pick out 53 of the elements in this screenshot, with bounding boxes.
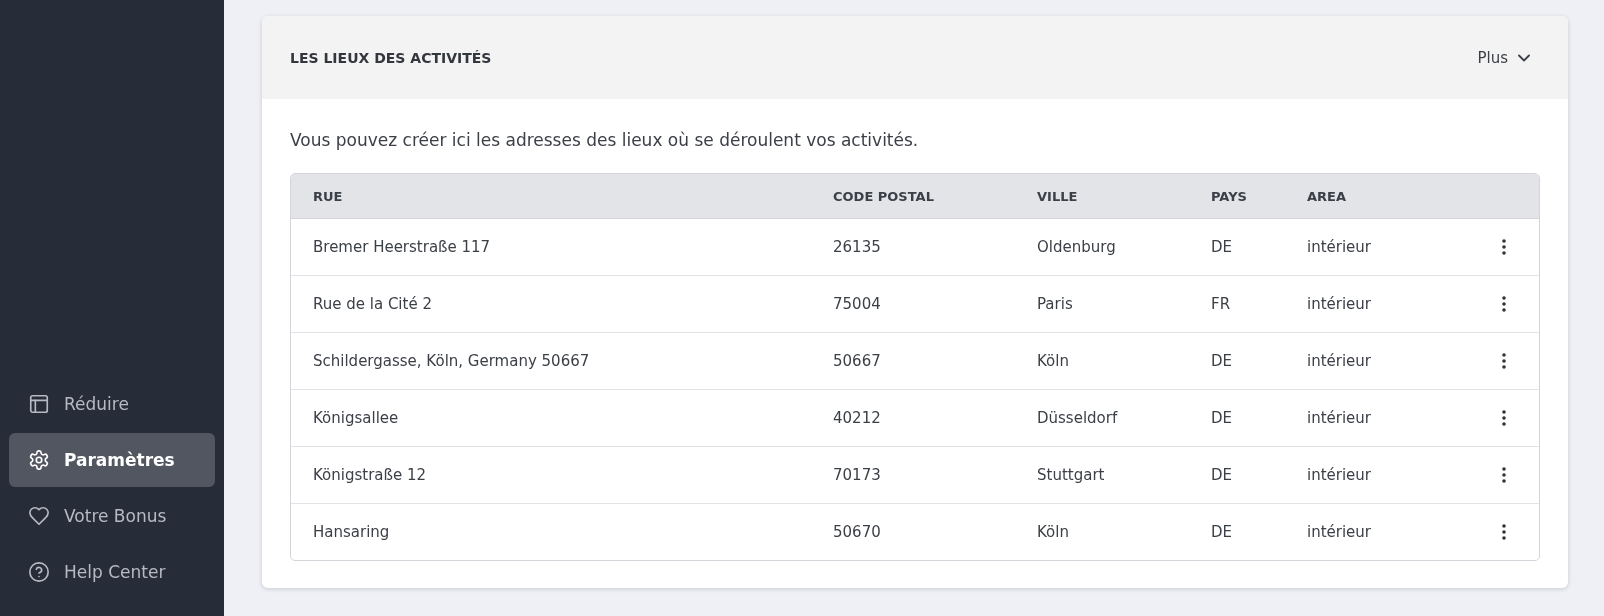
chevron-down-icon — [1518, 53, 1530, 62]
kebab-menu-icon — [1502, 239, 1506, 255]
table-cell-text: 70173 — [833, 466, 882, 484]
table-cell-text: intérieur — [1307, 238, 1373, 256]
kebab-menu-icon — [1502, 524, 1506, 540]
table-cell-text: intérieur — [1307, 352, 1373, 370]
column-header: RUE — [313, 188, 344, 204]
table-cell-text: 75004 — [833, 295, 882, 313]
table-cell-text: intérieur — [1307, 295, 1373, 313]
settings-icon — [28, 449, 50, 471]
description-text: Vous pouvez créer ici les adresses des lieux où se déroulent vos activités. — [290, 130, 920, 150]
heart-icon — [28, 505, 50, 527]
column-header: AREA — [1307, 188, 1347, 204]
table-cell-text: Hansaring — [313, 523, 391, 541]
table-cell-text: 26135 — [833, 238, 882, 256]
table-cell-text: 50667 — [833, 352, 882, 370]
table-cell-text: Paris — [1037, 295, 1074, 313]
table-cell-text: Königstraße 12 — [313, 466, 428, 484]
table-cell-text: FR — [1211, 295, 1232, 313]
table-cell-text: intérieur — [1307, 409, 1373, 427]
column-header: VILLE — [1037, 188, 1079, 204]
kebab-menu-icon — [1502, 410, 1506, 426]
sidebar-item[interactable]: Help Center — [9, 545, 215, 599]
table-cell-text: Bremer Heerstraße 117 — [313, 238, 492, 256]
table-cell-text: Rue de la Cité 2 — [313, 295, 433, 313]
card-title: LES LIEUX DES ACTIVITÉS — [290, 49, 492, 66]
table-cell-text: 50670 — [833, 523, 882, 541]
kebab-menu-icon — [1502, 467, 1506, 483]
table-cell-text: Köln — [1037, 523, 1070, 541]
table-cell-text: Stuttgart — [1037, 466, 1106, 484]
more-button[interactable]: Plus — [1477, 44, 1530, 71]
table-cell-text: 40212 — [833, 409, 882, 427]
panel-icon — [28, 393, 50, 415]
sidebar-item[interactable]: Réduire — [9, 377, 215, 431]
sidebar-item[interactable]: Votre Bonus — [9, 489, 215, 543]
table-cell-text: Düsseldorf — [1037, 409, 1119, 427]
kebab-menu-icon — [1502, 353, 1506, 369]
kebab-menu-icon — [1502, 296, 1506, 312]
table-cell-text: DE — [1211, 352, 1234, 370]
help-icon — [28, 561, 50, 583]
column-header: CODE POSTAL — [833, 188, 935, 204]
table-cell-text: Oldenburg — [1037, 238, 1117, 256]
table-cell-text: DE — [1211, 409, 1234, 427]
table-cell-text: intérieur — [1307, 523, 1373, 541]
table-cell-text: Köln — [1037, 352, 1070, 370]
table-cell-text: intérieur — [1307, 466, 1373, 484]
table-cell-text: DE — [1211, 466, 1234, 484]
table-cell-text: DE — [1211, 238, 1234, 256]
column-header: PAYS — [1211, 188, 1248, 204]
table-cell-text: Königsallee — [313, 409, 400, 427]
table-cell-text: Schildergasse, Köln, Germany 50667 — [313, 352, 591, 370]
sidebar-item[interactable]: Paramètres — [9, 433, 215, 487]
table-cell-text: DE — [1211, 523, 1234, 541]
